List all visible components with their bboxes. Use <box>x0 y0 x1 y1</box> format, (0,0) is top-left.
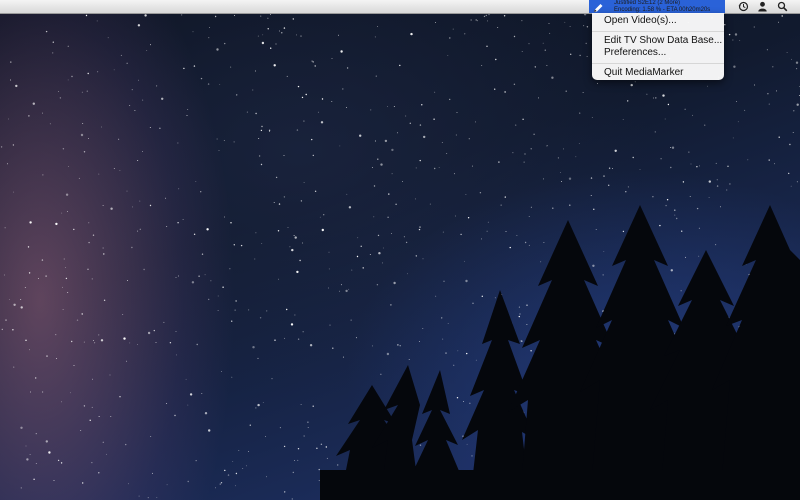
status-item-dropdown-menu: Open Video(s)... Edit TV Show Data Base.… <box>592 13 724 80</box>
mediamarker-status-item[interactable]: Justified S2E12 (2 More) Encoding: 1.58 … <box>589 0 725 13</box>
menu-separator <box>592 63 724 64</box>
desktop-wallpaper: Justified S2E12 (2 More) Encoding: 1.58 … <box>0 0 800 500</box>
menu-separator <box>592 31 724 32</box>
time-machine-icon[interactable] <box>736 0 750 13</box>
menu-item-preferences[interactable]: Preferences... <box>592 47 724 59</box>
encoding-status-text: Justified S2E12 (2 More) Encoding: 1.58 … <box>614 0 710 13</box>
menu-item-edit-tv-show-database[interactable]: Edit TV Show Data Base... <box>592 35 724 47</box>
menu-bar: Justified S2E12 (2 More) Encoding: 1.58 … <box>0 0 800 14</box>
menu-item-open-videos[interactable]: Open Video(s)... <box>592 15 724 27</box>
spotlight-search-icon[interactable] <box>775 0 789 13</box>
user-icon[interactable] <box>755 0 769 13</box>
menu-item-quit-mediamarker[interactable]: Quit MediaMarker <box>592 67 724 79</box>
